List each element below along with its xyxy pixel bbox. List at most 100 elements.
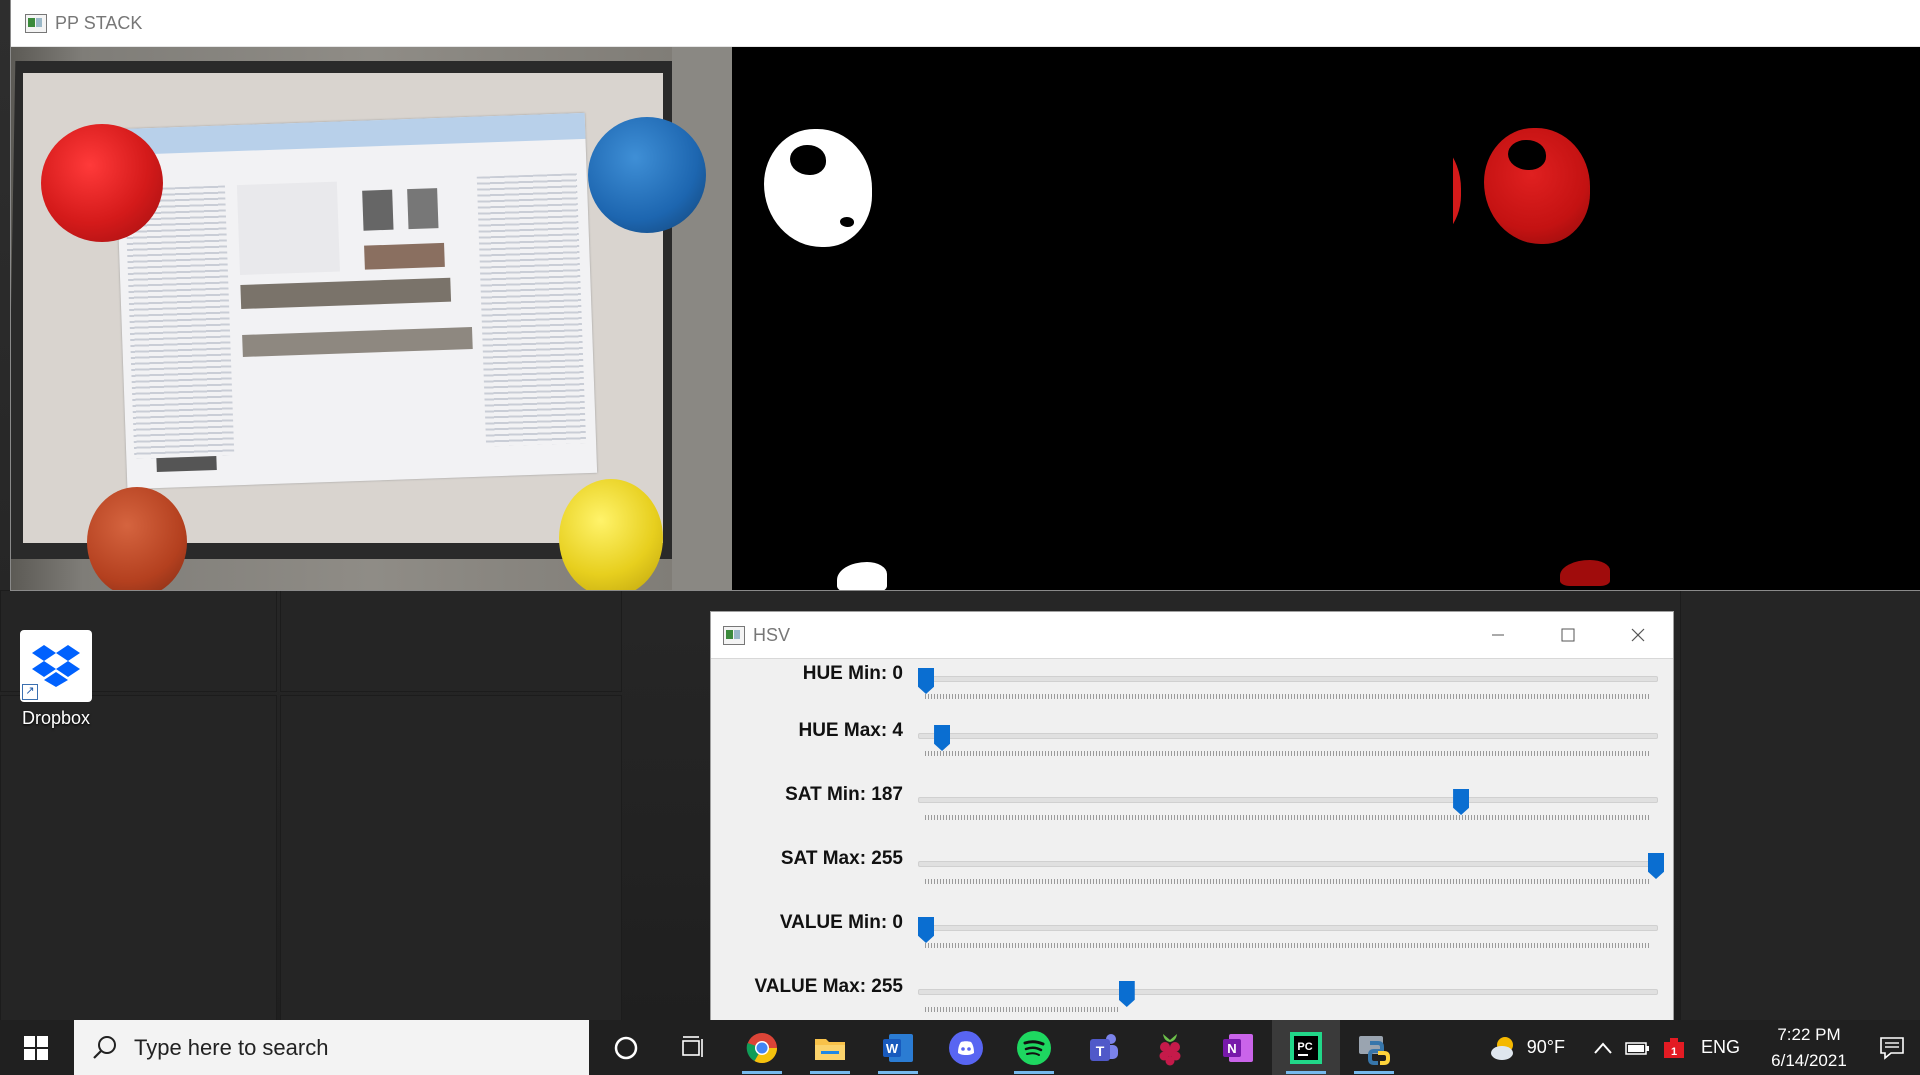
slider-label: SAT Min: 187 <box>785 784 903 805</box>
close-icon <box>1631 628 1645 642</box>
pp-stack-titlebar[interactable]: PP STACK <box>11 0 1920 47</box>
masked-hole <box>1508 140 1546 170</box>
notification-icon <box>1880 1036 1904 1060</box>
masked-fragment <box>1560 560 1610 586</box>
slider-track[interactable] <box>918 861 1658 867</box>
desktop-icon-dropbox[interactable]: ↗ Dropbox <box>14 630 98 729</box>
slider-label: HUE Max: 4 <box>798 720 903 741</box>
taskbar-file-explorer[interactable] <box>796 1020 864 1075</box>
taskbar-chrome[interactable] <box>728 1020 796 1075</box>
app-window-icon <box>25 13 47 33</box>
chevron-up-icon[interactable] <box>1593 1041 1613 1055</box>
system-tray: 90°F 1 ENG 7:22 PM 6/14/2021 <box>1489 1020 1920 1075</box>
app-window-icon <box>723 625 745 645</box>
slider-ticks <box>925 879 1651 884</box>
onenote-icon: N <box>1223 1033 1253 1062</box>
cortana-button[interactable] <box>592 1020 660 1075</box>
result-blob <box>1453 129 1461 247</box>
svg-text:PC: PC <box>1297 1041 1312 1053</box>
maximize-icon <box>1561 628 1575 642</box>
taskbar-onenote[interactable]: N <box>1204 1020 1272 1075</box>
slider-thumb[interactable] <box>1453 789 1470 815</box>
hsv-titlebar[interactable]: HSV <box>711 612 1673 659</box>
slider-label: VALUE Max: 255 <box>754 976 903 997</box>
antivirus-icon[interactable]: 1 <box>1661 1036 1687 1060</box>
slider-hue-min: HUE Min: 0 <box>711 663 1673 713</box>
shortcut-arrow-icon: ↗ <box>22 684 38 700</box>
clock-date: 6/14/2021 <box>1771 1050 1847 1070</box>
taskbar-discord[interactable] <box>932 1020 1000 1075</box>
slider-sat-max: SAT Max: 255 <box>711 848 1673 898</box>
slider-ticks <box>925 1007 1119 1012</box>
start-button[interactable] <box>0 1020 72 1075</box>
slider-ticks <box>925 815 1651 820</box>
pp-stack-window: PP STACK <box>11 0 1920 590</box>
slider-thumb[interactable] <box>1118 981 1135 1007</box>
slider-thumb[interactable] <box>918 917 934 943</box>
slider-value-min: VALUE Min: 0 <box>711 912 1673 962</box>
slider-thumb[interactable] <box>918 668 934 694</box>
action-center-button[interactable] <box>1864 1020 1920 1075</box>
blue-balloon <box>588 117 706 233</box>
weather-temperature[interactable]: 90°F <box>1527 1037 1565 1058</box>
discord-icon <box>949 1030 983 1065</box>
python-icon <box>1359 1035 1390 1065</box>
slider-label: HUE Min: 0 <box>802 663 903 684</box>
raspberry-pi-icon <box>1159 1033 1181 1065</box>
red-balloon <box>41 124 163 242</box>
teams-icon: T <box>1090 1033 1118 1061</box>
clock-time: 7:22 PM <box>1777 1024 1841 1044</box>
slider-track[interactable] <box>918 676 1658 682</box>
minimize-button[interactable] <box>1463 612 1533 658</box>
slider-track[interactable] <box>918 925 1658 931</box>
slider-track[interactable] <box>918 797 1658 803</box>
hsv-window: HSV HUE Min: 0 HUE Max: 4 SAT Min: 187 S… <box>711 612 1673 1020</box>
input-language[interactable]: ENG <box>1701 1037 1740 1058</box>
cortana-icon <box>614 1036 638 1059</box>
svg-text:1: 1 <box>1671 1046 1677 1058</box>
windows-logo-icon <box>24 1035 48 1060</box>
slider-ticks <box>925 751 1651 756</box>
desktop-icon-label: Dropbox <box>21 708 91 728</box>
taskbar: Type here to search W T N PC 90°F 1 ENG … <box>0 1020 1920 1075</box>
desktop-tile <box>280 695 622 1022</box>
mask-blob-small <box>837 562 887 590</box>
binary-mask-pane <box>732 47 1453 590</box>
taskbar-python[interactable] <box>1340 1020 1408 1075</box>
window-title: PP STACK <box>55 12 143 33</box>
weather-icon[interactable] <box>1489 1033 1519 1063</box>
desktop-tile <box>280 590 622 692</box>
taskbar-teams[interactable]: T <box>1068 1020 1136 1075</box>
slider-ticks <box>925 943 1651 948</box>
slider-label: SAT Max: 255 <box>780 848 903 869</box>
maximize-button[interactable] <box>1533 612 1603 658</box>
search-icon <box>93 1036 116 1059</box>
taskbar-search-box[interactable]: Type here to search <box>74 1020 589 1075</box>
mask-hole <box>790 145 826 175</box>
close-button[interactable] <box>1603 612 1673 658</box>
dropbox-icon <box>32 645 80 687</box>
orange-balloon <box>87 487 187 590</box>
slider-thumb[interactable] <box>1648 853 1664 879</box>
window-title: HSV <box>753 624 791 645</box>
slider-ticks <box>925 694 1651 699</box>
slider-label: VALUE Min: 0 <box>779 912 903 933</box>
clock[interactable]: 7:22 PM 6/14/2021 <box>1754 1022 1864 1074</box>
desktop-tile <box>0 695 277 1022</box>
slider-thumb[interactable] <box>934 725 951 751</box>
task-view-button[interactable] <box>660 1020 728 1075</box>
taskbar-raspberry-pi[interactable] <box>1136 1020 1204 1075</box>
desktop-tile <box>1680 590 1920 1022</box>
word-icon: W <box>883 1033 913 1062</box>
file-explorer-icon <box>815 1038 845 1060</box>
taskbar-spotify[interactable] <box>1000 1020 1068 1075</box>
slider-value-max: VALUE Max: 255 <box>711 976 1673 1020</box>
slider-track[interactable] <box>918 989 1658 995</box>
research-poster <box>114 112 598 490</box>
taskbar-pycharm[interactable]: PC <box>1272 1020 1340 1075</box>
mask-hole <box>840 217 854 227</box>
battery-icon[interactable] <box>1625 1039 1651 1057</box>
taskbar-word[interactable]: W <box>864 1020 932 1075</box>
spotify-icon <box>1017 1030 1051 1065</box>
slider-track[interactable] <box>918 733 1658 739</box>
